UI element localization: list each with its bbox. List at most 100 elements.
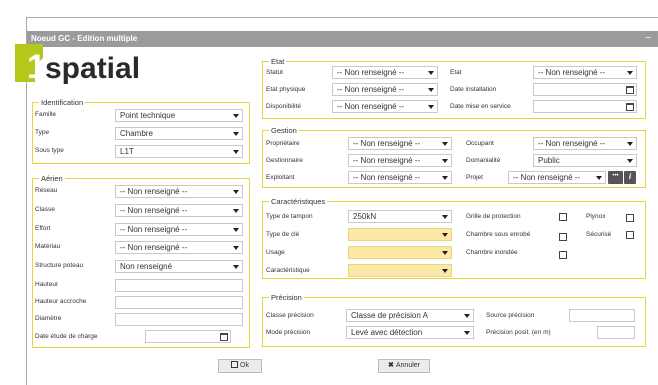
famille-label: Famille (35, 111, 56, 118)
occupant-select[interactable]: -- Non renseigné -- (533, 137, 637, 150)
hauteur-accroche-label: Hauteur accroche (35, 298, 87, 305)
chevron-down-icon (627, 142, 633, 146)
projet-label: Projet (466, 174, 483, 181)
close-icon[interactable]: – (645, 32, 651, 43)
chevron-down-icon (464, 331, 470, 335)
classe-precision-label: Classe précision (266, 312, 314, 319)
type-label: Type (35, 129, 50, 136)
precision-position-label: Précision posit. (en m) (486, 329, 551, 336)
gestion-legend: Gestion (269, 126, 299, 135)
classe-select[interactable]: -- Non renseigné -- (115, 204, 243, 217)
chevron-down-icon (233, 265, 239, 269)
more-button[interactable]: ••• (608, 171, 623, 184)
effort-select[interactable]: -- Non renseigné -- (115, 223, 243, 236)
mode-precision-label: Mode précision (266, 329, 311, 336)
diametre-input[interactable] (115, 313, 243, 326)
etat-physique-label: Etat physique (266, 86, 306, 93)
gestionnaire-select[interactable]: -- Non renseigné -- (348, 154, 452, 167)
classe-label: Classe (35, 206, 55, 213)
securise-label: Sécurisé (586, 231, 612, 238)
sous-type-select[interactable]: L1T (115, 145, 243, 158)
info-icon[interactable]: i (624, 171, 636, 184)
securise-checkbox[interactable] (626, 231, 634, 239)
chevron-down-icon (442, 251, 448, 255)
cancel-button[interactable]: ✖ Annuler (378, 359, 430, 373)
calendar-icon[interactable] (626, 103, 634, 111)
chevron-down-icon (428, 105, 434, 109)
date-service-input[interactable] (533, 100, 637, 113)
chevron-down-icon (627, 71, 633, 75)
caracteristiques-legend: Caractéristiques (269, 197, 328, 206)
chevron-down-icon (442, 142, 448, 146)
diametre-label: Diamètre (35, 315, 62, 322)
logo-text: spatial (45, 52, 140, 85)
statut-label: Statut (266, 69, 283, 76)
source-precision-input[interactable] (569, 309, 635, 322)
famille-select[interactable]: Point technique (115, 109, 243, 122)
hauteur-input[interactable] (115, 279, 243, 292)
reseau-select[interactable]: -- Non renseigné -- (115, 185, 243, 198)
chevron-down-icon (464, 314, 470, 318)
hauteur-label: Hauteur (35, 281, 59, 288)
chevron-down-icon (428, 71, 434, 75)
domanialite-select[interactable]: Public (533, 154, 637, 167)
statut-select[interactable]: -- Non renseigné -- (332, 66, 438, 79)
precision-group: Précision (262, 293, 646, 347)
chambre-enrobe-checkbox[interactable] (559, 233, 567, 241)
materiau-select[interactable]: -- Non renseigné -- (115, 241, 243, 254)
structure-poteau-label: Structure poteau (35, 262, 84, 269)
chambre-inondee-checkbox[interactable] (559, 251, 567, 259)
type-tampon-label: Type de tampon (266, 213, 313, 220)
chevron-down-icon (233, 190, 239, 194)
source-precision-label: Source précision (486, 312, 535, 319)
type-tampon-select[interactable]: 250kN (348, 210, 452, 223)
precision-legend: Précision (269, 293, 304, 302)
chambre-enrobe-label: Chambre sous enrobé (466, 231, 531, 238)
chevron-down-icon (233, 132, 239, 136)
date-service-label: Date mise en service (450, 103, 511, 110)
etat-physique-select[interactable]: -- Non renseigné -- (332, 83, 438, 96)
type-cle-select[interactable] (348, 228, 452, 241)
chevron-down-icon (442, 269, 448, 273)
etat-select[interactable]: -- Non renseigné -- (533, 66, 637, 79)
identification-legend: Identification (39, 98, 86, 107)
classe-precision-select[interactable]: Classe de précision A (346, 309, 474, 322)
grille-label: Grille de protection (466, 213, 521, 220)
structure-poteau-select[interactable]: Non renseigné (115, 260, 243, 273)
mode-precision-select[interactable]: Levé avec détection (346, 326, 474, 339)
chevron-down-icon (627, 159, 633, 163)
caracteristique-select[interactable] (348, 264, 452, 277)
save-icon (231, 361, 239, 368)
disponibilite-label: Disponibilité (266, 103, 302, 110)
type-cle-label: Type de clé (266, 231, 300, 238)
sous-type-label: Sous type (35, 147, 64, 154)
type-select[interactable]: Chambre (115, 127, 243, 140)
exploitant-label: Exploitant (266, 174, 295, 181)
exploitant-select[interactable]: -- Non renseigné -- (348, 171, 452, 184)
chevron-down-icon (596, 176, 602, 180)
date-installation-label: Date installation (450, 86, 497, 93)
plynox-checkbox[interactable] (626, 214, 634, 222)
gestionnaire-label: Gestionnaire (266, 157, 303, 164)
projet-select[interactable]: -- Non renseigné -- (508, 171, 606, 184)
calendar-icon[interactable] (626, 86, 634, 94)
usage-label: Usage (266, 249, 285, 256)
date-etude-label: Date étude de charge (35, 333, 98, 340)
grille-checkbox[interactable] (559, 213, 567, 221)
chevron-down-icon (233, 246, 239, 250)
effort-label: Effort (35, 225, 51, 232)
disponibilite-select[interactable]: -- Non renseigné -- (332, 100, 438, 113)
chevron-down-icon (233, 150, 239, 154)
usage-select[interactable] (348, 246, 452, 259)
calendar-icon[interactable] (220, 333, 228, 341)
date-installation-input[interactable] (533, 83, 637, 96)
precision-position-input[interactable] (597, 326, 635, 339)
proprietaire-select[interactable]: -- Non renseigné -- (348, 137, 452, 150)
ok-button[interactable]: Ok (218, 359, 262, 373)
logo: 1 spatial (9, 40, 189, 86)
hauteur-accroche-input[interactable] (115, 296, 243, 309)
chambre-inondee-label: Chambre inondée (466, 249, 518, 256)
date-etude-input[interactable] (145, 330, 231, 343)
domanialite-label: Domanialité (466, 157, 501, 164)
chevron-down-icon (428, 88, 434, 92)
